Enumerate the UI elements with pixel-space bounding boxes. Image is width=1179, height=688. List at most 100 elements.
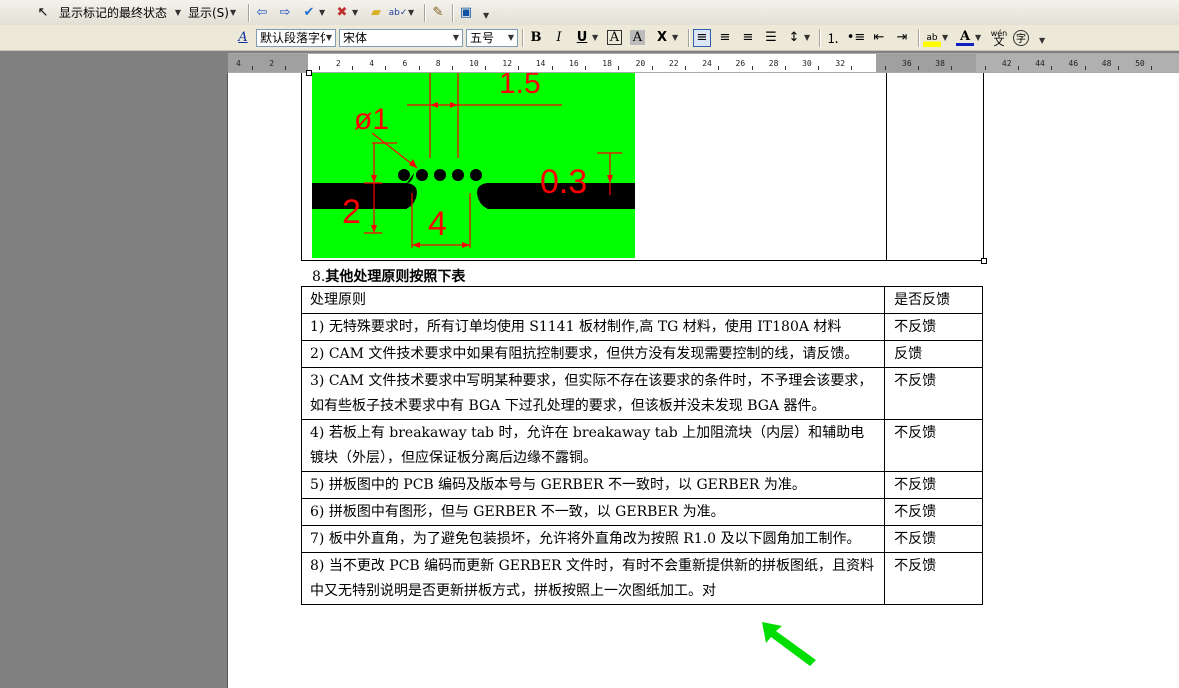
ruler-tick-mark bbox=[618, 66, 620, 70]
ruler-tick-label: 24 bbox=[702, 59, 712, 68]
pcb-dimension-diagram: ø1 1.5 0.3 2 4 bbox=[312, 73, 635, 258]
table-row: 8) 当不更改 PCB 编码而更新 GERBER 文件时，有时不会重新提供新的拼… bbox=[300, 552, 983, 605]
ruler-tick-mark bbox=[718, 66, 720, 70]
cursor-icon: ↖ bbox=[37, 5, 49, 20]
next-change-button[interactable]: ⇨ bbox=[276, 3, 294, 22]
ruler-tick-label: 46 bbox=[1068, 59, 1079, 68]
rule-cell[interactable]: 6) 拼板图中有图形，但与 GERBER 不一致，以 GERBER 为准。 bbox=[300, 498, 886, 526]
toolbar-options-button-2[interactable]: ▼ bbox=[1038, 31, 1045, 50]
horizontal-ruler[interactable]: 4 2 2 4 6 8 10 12 14 16 18 20 22 24 26 28 30 32 36 38 42 44 46… bbox=[228, 53, 1179, 73]
rule-cell[interactable]: 5) 拼板图中的 PCB 编码及版本号与 GERBER 不一致时，以 GERBE… bbox=[300, 471, 886, 499]
chevron-down-icon: ▼ bbox=[1039, 36, 1046, 45]
ruler-tick-label: 36 bbox=[902, 59, 912, 68]
distributed-icon: ☰ bbox=[765, 30, 777, 45]
decrease-indent-icon: ⇤ bbox=[873, 30, 885, 45]
phonetic-guide-button[interactable]: wén 文 bbox=[990, 28, 1008, 47]
rule-cell[interactable]: 1) 无特殊要求时，所有订单均使用 S1141 板材制作,高 TG 材料，使用 … bbox=[300, 313, 886, 341]
ruler-tick-mark bbox=[485, 66, 487, 70]
styles-icon: A bbox=[238, 30, 248, 45]
toolbar-options-button[interactable]: ▼ bbox=[482, 6, 489, 25]
line-spacing-button[interactable]: ↕ ▼ bbox=[785, 28, 811, 47]
diagram-svg: ø1 1.5 0.3 2 4 bbox=[312, 73, 635, 248]
char-shading-button[interactable]: A bbox=[630, 28, 645, 47]
image-table: ø1 1.5 0.3 2 4 bbox=[301, 73, 984, 261]
numbering-icon: ⒈ bbox=[826, 32, 840, 47]
rule-cell[interactable]: 8) 当不更改 PCB 编码而更新 GERBER 文件时，有时不会重新提供新的拼… bbox=[300, 552, 886, 605]
ruler-tick-label: 26 bbox=[735, 59, 746, 68]
ruler-tick-mark bbox=[385, 66, 387, 70]
increase-indent-button[interactable]: ⇥ bbox=[893, 28, 911, 47]
bullets-button[interactable]: •≡ bbox=[846, 28, 866, 47]
ruler-tick-label: 38 bbox=[935, 59, 945, 68]
ruler-indent-marker[interactable] bbox=[306, 70, 312, 76]
char-scale-button[interactable]: X ▼ bbox=[653, 28, 678, 47]
rule-cell[interactable]: 4) 若板上有 breakaway tab 时，允许在 breakaway ta… bbox=[300, 419, 886, 472]
ruler-tick-label: 30 bbox=[802, 59, 812, 68]
underline-icon: U bbox=[576, 30, 588, 45]
feedback-cell[interactable]: 不反馈 bbox=[884, 552, 983, 605]
font-size-dropdown[interactable]: 五号 ▼ bbox=[466, 28, 518, 47]
italic-button[interactable]: I bbox=[550, 28, 568, 47]
feedback-cell[interactable]: 不反馈 bbox=[884, 313, 983, 341]
align-center-icon: ≡ bbox=[719, 30, 731, 45]
font-value: 宋体 bbox=[343, 31, 368, 45]
align-right-button[interactable]: ≡ bbox=[739, 28, 757, 47]
font-dropdown[interactable]: 宋体 ▼ bbox=[339, 28, 463, 47]
table-resize-handle[interactable] bbox=[981, 258, 987, 264]
bold-button[interactable]: B bbox=[527, 28, 545, 47]
feedback-cell[interactable]: 不反馈 bbox=[884, 367, 983, 420]
header-feedback: 是否反馈 bbox=[884, 286, 983, 314]
markup-state-dropdown[interactable]: 显示标记的最终状态 ▼ bbox=[56, 3, 184, 22]
track-changes-button[interactable]: ✎ bbox=[429, 3, 447, 22]
previous-change-button[interactable]: ⇦ bbox=[253, 3, 271, 22]
feedback-cell[interactable]: 不反馈 bbox=[884, 471, 983, 499]
feedback-cell[interactable]: 不反馈 bbox=[884, 419, 983, 472]
markup-state-label: 显示标记的最终状态 bbox=[59, 6, 168, 20]
diagram-label-height: 2 bbox=[342, 193, 361, 231]
comment-icon: ▰ bbox=[371, 5, 381, 20]
left-margin-area bbox=[0, 73, 227, 688]
ruler-tick-mark bbox=[285, 66, 287, 70]
numbering-button[interactable]: ⒈ bbox=[824, 28, 842, 47]
highlight-button[interactable]: ab✓ ▼ bbox=[389, 3, 415, 22]
font-color-button[interactable]: A ▼ bbox=[956, 28, 981, 47]
char-shading-icon: A bbox=[630, 30, 645, 45]
enclose-characters-button[interactable]: 字 bbox=[1013, 28, 1029, 47]
feedback-cell[interactable]: 不反馈 bbox=[884, 525, 983, 553]
ruler-tick-label: 50 bbox=[1135, 59, 1145, 68]
bullets-icon: •≡ bbox=[846, 30, 866, 45]
line-spacing-icon: ↕ bbox=[788, 30, 800, 45]
highlight-icon: ab bbox=[923, 28, 941, 47]
distributed-button[interactable]: ☰ bbox=[762, 28, 780, 47]
underline-button[interactable]: U ▼ bbox=[573, 28, 598, 47]
ruler-tick-label: 28 bbox=[768, 59, 779, 68]
styles-button[interactable]: A bbox=[234, 28, 252, 47]
feedback-cell[interactable]: 不反馈 bbox=[884, 498, 983, 526]
char-border-button[interactable]: A bbox=[607, 28, 622, 47]
ruler-tick-mark bbox=[918, 66, 919, 70]
align-justify-button[interactable]: ≡ bbox=[693, 28, 711, 47]
diagram-label-diameter: ø1 bbox=[354, 103, 389, 136]
rule-cell[interactable]: 2) CAM 文件技术要求中如果有阻抗控制要求，但供方没有发现需要控制的线，请反… bbox=[300, 340, 886, 368]
accept-icon: ✔ bbox=[303, 5, 315, 20]
highlight-color-button[interactable]: ab ▼ bbox=[923, 28, 948, 47]
style-dropdown[interactable]: 默认段落字体 ▼ bbox=[256, 28, 336, 47]
feedback-cell[interactable]: 反馈 bbox=[884, 340, 983, 368]
new-comment-button[interactable]: ▰ bbox=[367, 3, 385, 22]
char-scale-icon: X bbox=[656, 30, 668, 45]
decrease-indent-button[interactable]: ⇤ bbox=[870, 28, 888, 47]
accept-change-button[interactable]: ✔ ▼ bbox=[300, 3, 326, 22]
show-menu-button[interactable]: 显示(S) ▼ bbox=[188, 3, 236, 22]
diagram-label-width: 4 bbox=[428, 205, 447, 243]
reviewing-pane-button[interactable]: ▣ bbox=[457, 3, 475, 22]
ruler-tick-mark bbox=[1084, 66, 1086, 70]
phonetic-icon: wén 文 bbox=[990, 28, 1008, 48]
reject-change-button[interactable]: ✖ ▼ bbox=[333, 3, 359, 22]
reviewing-pane-icon: ▣ bbox=[459, 5, 473, 20]
rule-cell[interactable]: 3) CAM 文件技术要求中写明某种要求，但实际不存在该要求的条件时，不予理会该… bbox=[300, 367, 886, 420]
reject-icon: ✖ bbox=[336, 5, 348, 20]
align-center-button[interactable]: ≡ bbox=[716, 28, 734, 47]
ruler-tick-label: 6 bbox=[402, 59, 408, 68]
rule-cell[interactable]: 7) 板中外直角，为了避免包装损坏，允许将外直角改为按照 R1.0 及以下圆角加… bbox=[300, 525, 886, 553]
ruler-tick-mark bbox=[318, 66, 320, 70]
